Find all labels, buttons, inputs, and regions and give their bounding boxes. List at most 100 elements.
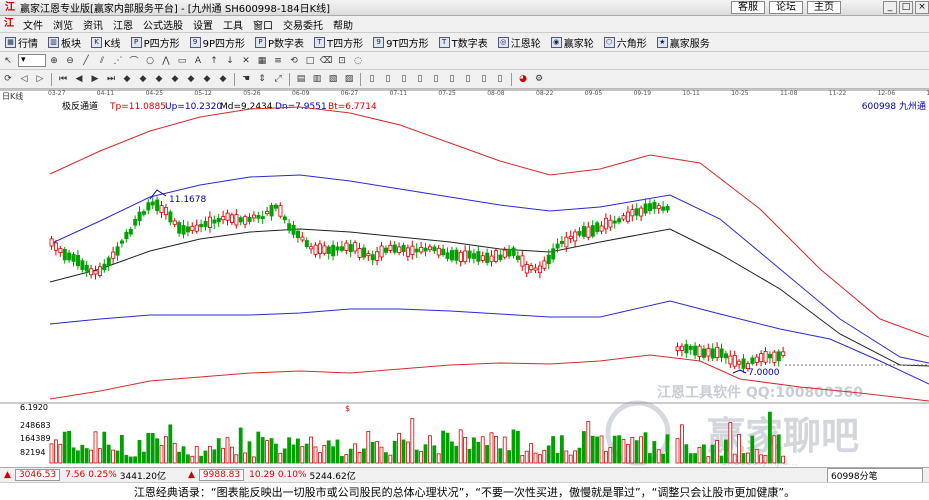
volume-bar <box>684 444 689 464</box>
kline-chart[interactable]: 日K线 03-27 04-11 04-25 05-12 05-26 06-09 06-27 0… <box>0 89 929 467</box>
cross-icon[interactable]: ✕ <box>239 54 253 67</box>
calc-icon[interactable]: ▤ <box>294 73 308 86</box>
date-8-icon[interactable]: ▯ <box>477 73 491 86</box>
cursor-icon[interactable]: ↖ <box>1 54 15 67</box>
tb-9t-square[interactable]: 9 9T四方形 <box>368 35 433 50</box>
link-customer-service[interactable]: 客服 <box>731 1 765 14</box>
menu-window[interactable]: 窗口 <box>248 17 278 32</box>
diamond-5-icon[interactable]: ◆ <box>184 73 198 86</box>
tb-t-table[interactable]: T T数字表 <box>434 35 493 50</box>
menu-browse[interactable]: 浏览 <box>48 17 78 32</box>
diamond-2-icon[interactable]: ◆ <box>136 73 150 86</box>
minimize-icon[interactable]: _ <box>883 1 897 14</box>
date-9-icon[interactable]: ▯ <box>493 73 507 86</box>
date-7-icon[interactable]: ▯ <box>461 73 475 86</box>
tb-winner-wheel[interactable]: ◉ 赢家轮 <box>546 35 599 50</box>
volume-bar <box>661 453 665 464</box>
app-menu-icon[interactable]: 江 <box>3 18 15 30</box>
date-4-icon[interactable]: ▯ <box>413 73 427 86</box>
link-home[interactable]: 主页 <box>807 1 841 14</box>
tb-gann-wheel[interactable]: ◎ 江恩轮 <box>493 35 546 50</box>
parallel-line-icon[interactable]: ⫽ <box>95 54 109 67</box>
zoom-out-icon[interactable]: ⊖ <box>63 54 77 67</box>
trend-line-icon[interactable]: ╱ <box>79 54 93 67</box>
date-6-icon[interactable]: ▯ <box>445 73 459 86</box>
diamond-4-icon[interactable]: ◆ <box>168 73 182 86</box>
zoom-in-icon[interactable]: ⊕ <box>47 54 61 67</box>
prev-icon[interactable]: ◀ <box>72 73 86 86</box>
book-icon[interactable]: ▥ <box>310 73 324 86</box>
cycle-icon[interactable]: ⟲ <box>287 54 301 67</box>
menu-gann[interactable]: 江恩 <box>108 17 138 32</box>
maximize-icon[interactable]: □ <box>899 1 913 14</box>
grid-icon[interactable]: ▦ <box>255 54 269 67</box>
sh-index[interactable]: ▲ 3046.53 7.56 0.25% 3441.20亿 <box>0 469 170 482</box>
diamond-7-icon[interactable]: ◆ <box>216 73 230 86</box>
chart-icon[interactable]: ▧ <box>326 73 340 86</box>
last-icon[interactable]: ⏭ <box>104 73 118 86</box>
refresh-icon[interactable]: ⟳ <box>1 73 15 86</box>
arrow-down-icon[interactable]: ↓ <box>223 54 237 67</box>
hand-icon[interactable]: ☚ <box>239 73 253 86</box>
menu-formula[interactable]: 公式选股 <box>138 17 188 32</box>
volume-bar <box>62 431 67 464</box>
arrow-up-icon[interactable]: ↑ <box>207 54 221 67</box>
tb-9p-square[interactable]: 9 9P四方形 <box>185 35 250 50</box>
delete-icon[interactable]: ⌫ <box>319 54 333 67</box>
menu-trade[interactable]: 交易委托 <box>278 17 328 32</box>
channel-icon[interactable]: ⋰ <box>111 54 125 67</box>
diamond-3-icon[interactable]: ◆ <box>152 73 166 86</box>
diamond-1-icon[interactable]: ◆ <box>120 73 134 86</box>
candle <box>617 218 622 223</box>
tb-p-table[interactable]: P P数字表 <box>250 35 309 50</box>
first-icon[interactable]: ⏮ <box>56 73 70 86</box>
tb-sector[interactable]: ▥ 板块 <box>43 35 86 50</box>
volume-bar <box>737 433 741 464</box>
back-icon[interactable]: ◁ <box>17 73 31 86</box>
close-icon[interactable]: × <box>915 1 929 14</box>
candle <box>120 240 125 244</box>
tb-t-square[interactable]: T T四方形 <box>309 35 368 50</box>
table-icon[interactable]: ▨ <box>342 73 356 86</box>
tb-service[interactable]: ★ 赢家服务 <box>652 35 715 50</box>
forward-icon[interactable]: ▷ <box>33 73 47 86</box>
lock-icon[interactable]: ⊡ <box>335 54 349 67</box>
settings-icon[interactable]: ⚙ <box>532 73 546 86</box>
date-1-icon[interactable]: ▯ <box>365 73 379 86</box>
square-icon[interactable]: □ <box>303 54 317 67</box>
date-2-icon[interactable]: ▯ <box>381 73 395 86</box>
text-icon[interactable]: A <box>191 54 205 67</box>
rect-icon[interactable]: ▭ <box>175 54 189 67</box>
volume-bar <box>680 424 684 464</box>
fan-icon[interactable]: ⋀ <box>159 54 173 67</box>
date-5-icon[interactable]: ▯ <box>429 73 443 86</box>
menu-settings[interactable]: 设置 <box>188 17 218 32</box>
hide-icon[interactable]: ◌ <box>351 54 365 67</box>
volume-bar <box>639 436 643 464</box>
arc-icon[interactable]: ⌒ <box>127 54 141 67</box>
9t-square-icon: 9 <box>373 36 385 48</box>
diamond-6-icon[interactable]: ◆ <box>200 73 214 86</box>
palette-icon[interactable]: ◕ <box>516 73 530 86</box>
tb-kline[interactable]: K K线 <box>86 35 126 50</box>
menu-tools[interactable]: 工具 <box>218 17 248 32</box>
volume-bar <box>480 436 485 464</box>
menu-info[interactable]: 资讯 <box>78 17 108 32</box>
menu-help[interactable]: 帮助 <box>328 17 358 32</box>
fib-icon[interactable]: ≡ <box>271 54 285 67</box>
sz-index[interactable]: ▲ 9988.83 10.29 0.10% 5244.62亿 <box>184 469 360 482</box>
next-icon[interactable]: ▶ <box>88 73 102 86</box>
date-3-icon[interactable]: ▯ <box>397 73 411 86</box>
scale-icon[interactable]: ⇕ <box>255 73 269 86</box>
tb-p-square[interactable]: P P四方形 <box>126 35 185 50</box>
quick-search[interactable]: 60998分笔 <box>821 467 929 483</box>
tb-hexagon[interactable]: ⬡ 六角形 <box>599 35 652 50</box>
link-forum[interactable]: 论坛 <box>769 1 803 14</box>
tb-quotes[interactable]: ▦ 行情 <box>0 35 43 50</box>
candle <box>375 251 380 261</box>
fit-icon[interactable]: ⤢ <box>271 73 285 86</box>
menu-file[interactable]: 文件 <box>18 17 48 32</box>
period-dropdown[interactable]: ▾ <box>18 54 46 67</box>
circle-icon[interactable]: ○ <box>143 54 157 67</box>
search-input[interactable]: 60998分笔 <box>827 467 923 483</box>
